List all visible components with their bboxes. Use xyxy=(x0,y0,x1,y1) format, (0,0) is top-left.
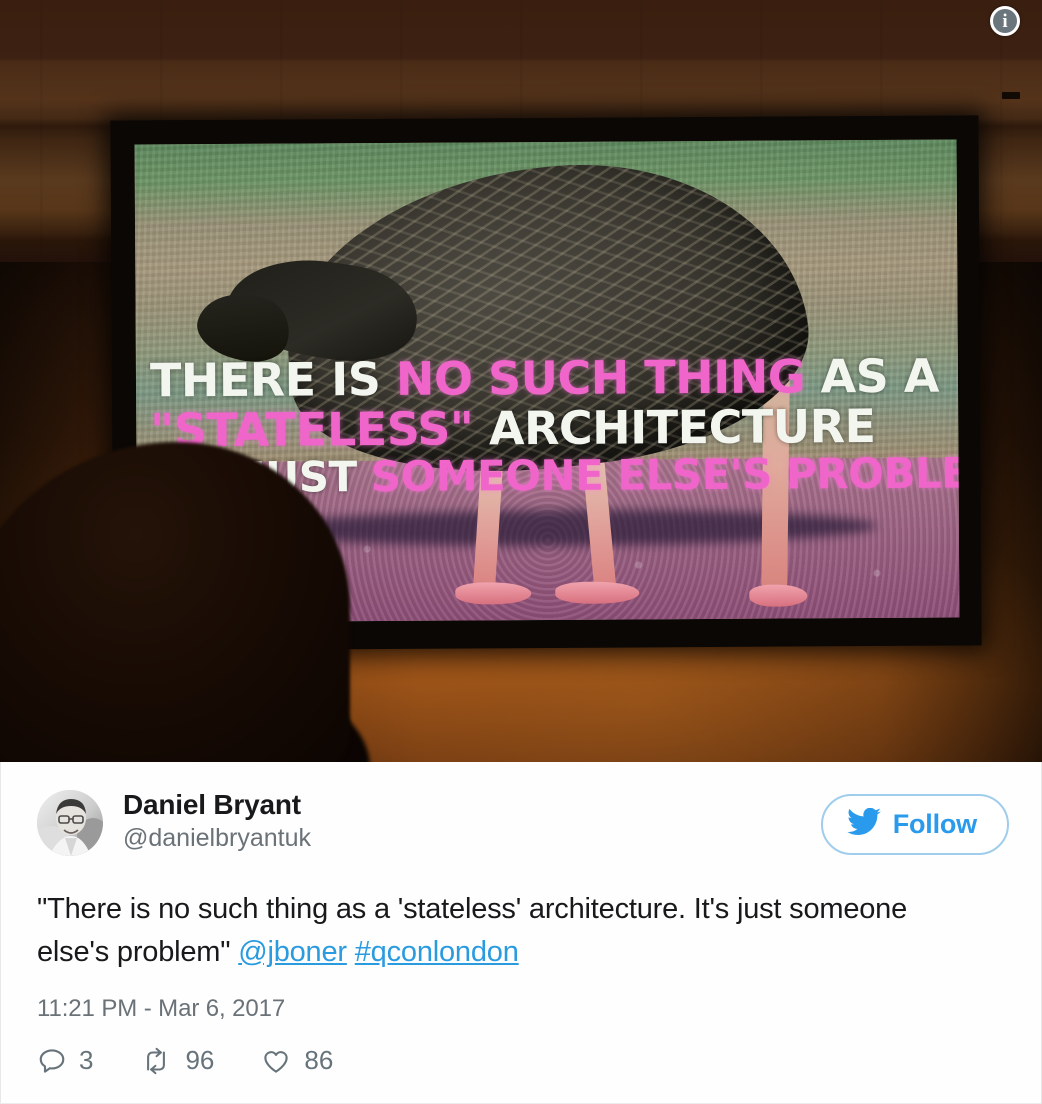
slide-line2-white: ARCHITECTURE xyxy=(473,398,876,456)
like-action[interactable]: 86 xyxy=(260,1045,333,1076)
author-names: Daniel Bryant @danielbryantuk xyxy=(123,788,311,854)
timestamp[interactable]: 11:21 PM - Mar 6, 2017 xyxy=(37,995,1009,1023)
handle: @danielbryantuk xyxy=(123,824,311,853)
heart-icon xyxy=(260,1046,292,1076)
slide-caption-line-2: "STATELESS" ARCHITECTURE xyxy=(150,398,958,457)
audience-head-silhouette xyxy=(0,442,350,762)
retweet-action[interactable]: 96 xyxy=(139,1045,214,1076)
ostrich-foot-back xyxy=(749,584,808,607)
tweet-actions: 3 96 86 xyxy=(37,1045,1009,1076)
display-name: Daniel Bryant xyxy=(123,789,301,820)
tweet-text-space xyxy=(347,936,355,968)
retweet-icon xyxy=(139,1046,173,1076)
info-icon[interactable]: i xyxy=(990,6,1020,36)
ostrich-foot-right xyxy=(555,581,640,604)
reply-count: 3 xyxy=(79,1045,94,1076)
slide-line1-pink: NO SUCH THING xyxy=(395,349,806,406)
avatar[interactable] xyxy=(37,790,103,856)
reply-action[interactable]: 3 xyxy=(37,1045,93,1076)
tweet-header: Daniel Bryant @danielbryantuk Follow xyxy=(37,788,1009,856)
reply-icon xyxy=(37,1046,67,1076)
tweet-text: "There is no such thing as a 'stateless'… xyxy=(37,888,917,973)
mention-link[interactable]: @jboner xyxy=(238,936,347,968)
twitter-bird-icon xyxy=(846,807,881,841)
like-count: 86 xyxy=(304,1045,334,1076)
hashtag-link[interactable]: #qconlondon xyxy=(355,936,519,968)
tweet-author[interactable]: Daniel Bryant @danielbryantuk xyxy=(37,788,311,856)
retweet-count: 96 xyxy=(185,1045,215,1076)
slide-line1-white-b: AS A xyxy=(804,348,940,404)
slide-line3-pink: SOMEONE ELSE'S PROBLEM xyxy=(370,448,960,502)
tweet-card: Daniel Bryant @danielbryantuk Follow "Th… xyxy=(0,762,1042,1104)
follow-button[interactable]: Follow xyxy=(820,794,1009,855)
slide-line1-white-a: THERE IS xyxy=(149,351,397,408)
follow-button-label: Follow xyxy=(892,809,977,839)
tweet-media-photo[interactable]: THERE IS NO SUCH THING AS A "STATELESS" … xyxy=(0,0,1042,762)
tweet-screenshot-page: THERE IS NO SUCH THING AS A "STATELESS" … xyxy=(0,0,1042,1104)
info-icon-glyph: i xyxy=(993,9,1017,33)
ostrich-foot-left xyxy=(455,582,532,605)
wall-vent-mark xyxy=(1002,92,1020,99)
